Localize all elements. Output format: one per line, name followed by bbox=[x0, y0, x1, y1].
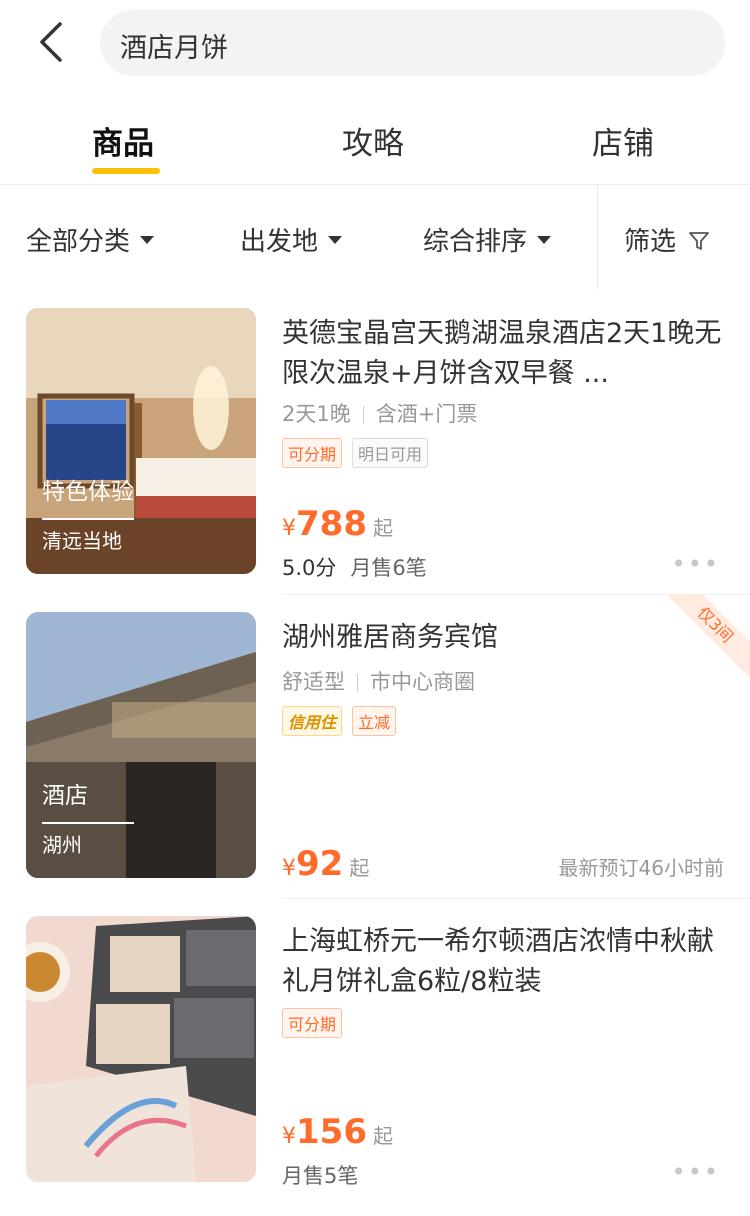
price-suffix: 起 bbox=[349, 856, 370, 880]
funnel-icon bbox=[688, 229, 710, 251]
filter-button-label: 筛选 bbox=[624, 227, 677, 257]
filter-category-label: 全部分类 bbox=[26, 227, 131, 257]
product-sales: 月售6笔 bbox=[350, 556, 427, 580]
filter-button[interactable]: 筛选 bbox=[624, 221, 710, 258]
thumbnail-tag-divider bbox=[42, 822, 134, 824]
top-bar: 酒店月饼 bbox=[0, 0, 750, 90]
thumbnail-tag-location: 清远当地 bbox=[42, 529, 122, 553]
currency-symbol: ¥ bbox=[282, 1124, 296, 1149]
product-title[interactable]: 上海虹桥元一希尔顿酒店浓情中秋献礼月饼礼盒6粒/8粒装 bbox=[282, 922, 727, 1002]
subinfo-separator bbox=[357, 674, 358, 692]
price-value: 788 bbox=[296, 504, 367, 544]
filter-sort[interactable]: 综合排序 bbox=[423, 221, 552, 258]
back-arrow-icon[interactable] bbox=[30, 20, 74, 64]
more-options-icon[interactable]: ••• bbox=[672, 550, 720, 578]
active-tab-indicator bbox=[92, 168, 160, 174]
more-options-icon[interactable]: ••• bbox=[672, 1158, 720, 1186]
filter-category[interactable]: 全部分类 bbox=[26, 221, 155, 258]
tab-bar: 商品 攻略 店铺 bbox=[0, 96, 750, 185]
product-meta: 5.0分 月售6笔 bbox=[282, 552, 427, 582]
available-tomorrow-badge: 明日可用 bbox=[352, 438, 429, 468]
product-price: ¥156 起 bbox=[282, 1112, 393, 1152]
filter-origin[interactable]: 出发地 bbox=[240, 221, 343, 258]
product-inclusions: 含酒+门票 bbox=[375, 402, 478, 426]
card-divider bbox=[282, 898, 750, 899]
installment-badge: 可分期 bbox=[282, 1008, 343, 1038]
product-price: ¥92 起 bbox=[282, 844, 369, 884]
product-thumbnail: 酒店 湖州 bbox=[26, 612, 256, 878]
product-thumbnail bbox=[26, 916, 256, 1182]
product-meta: 月售5笔 bbox=[282, 1160, 358, 1190]
search-input[interactable]: 酒店月饼 bbox=[100, 10, 725, 76]
product-card[interactable]: 上海虹桥元一希尔顿酒店浓情中秋献礼月饼礼盒6粒/8粒装 可分期 ¥156 起 月售… bbox=[0, 898, 750, 1216]
tab-guides[interactable]: 攻略 bbox=[342, 118, 404, 163]
caret-down-icon bbox=[537, 235, 552, 244]
product-score: 5.0分 bbox=[282, 556, 337, 580]
filter-bar: 全部分类 出发地 综合排序 筛选 bbox=[0, 185, 750, 289]
installment-badge: 可分期 bbox=[282, 438, 343, 468]
product-thumbnail: 特色体验 清远当地 bbox=[26, 308, 256, 574]
filter-divider bbox=[597, 185, 598, 289]
thumbnail-tag-primary: 酒店 bbox=[42, 783, 88, 809]
discount-badge: 立减 bbox=[352, 706, 397, 736]
thumbnail-tag-location: 湖州 bbox=[42, 833, 82, 857]
product-sales: 月售5笔 bbox=[282, 1164, 359, 1188]
recent-booking-note: 最新预订46小时前 bbox=[558, 856, 724, 880]
thumbnail-tag-primary: 特色体验 bbox=[42, 479, 134, 505]
currency-symbol: ¥ bbox=[282, 516, 296, 541]
price-value: 92 bbox=[296, 844, 344, 884]
product-price: ¥788 起 bbox=[282, 504, 393, 544]
product-card[interactable]: 仅3间 酒店 湖州 湖州雅居商务宾馆 舒适型 市中心商圈 信用住 立减 ¥92 起 … bbox=[0, 594, 750, 912]
filter-origin-label: 出发地 bbox=[240, 227, 319, 257]
product-title[interactable]: 湖州雅居商务宾馆 bbox=[282, 618, 727, 658]
tab-stores[interactable]: 店铺 bbox=[592, 118, 654, 163]
product-title[interactable]: 英德宝晶宫天鹅湖温泉酒店2天1晚无限次温泉+月饼含双早餐 ... bbox=[282, 314, 727, 394]
search-query-text: 酒店月饼 bbox=[120, 33, 228, 64]
credit-stay-badge: 信用住 bbox=[282, 706, 343, 736]
tab-products[interactable]: 商品 bbox=[92, 118, 154, 163]
caret-down-icon bbox=[140, 235, 155, 244]
subinfo-separator bbox=[362, 406, 364, 424]
product-card[interactable]: 特色体验 清远当地 英德宝晶宫天鹅湖温泉酒店2天1晚无限次温泉+月饼含双早餐 .… bbox=[0, 308, 750, 608]
room-type: 舒适型 bbox=[282, 670, 345, 694]
thumbnail-tag-divider bbox=[42, 518, 134, 520]
location-area: 市中心商圈 bbox=[370, 670, 475, 694]
product-subinfo: 舒适型 市中心商圈 bbox=[282, 666, 475, 696]
price-value: 156 bbox=[296, 1112, 367, 1152]
product-subinfo: 2天1晚 含酒+门票 bbox=[282, 398, 477, 428]
product-duration: 2天1晚 bbox=[282, 402, 351, 426]
price-suffix: 起 bbox=[372, 516, 393, 540]
caret-down-icon bbox=[328, 235, 343, 244]
price-suffix: 起 bbox=[372, 1124, 393, 1148]
filter-sort-label: 综合排序 bbox=[423, 227, 528, 257]
currency-symbol: ¥ bbox=[282, 856, 296, 881]
